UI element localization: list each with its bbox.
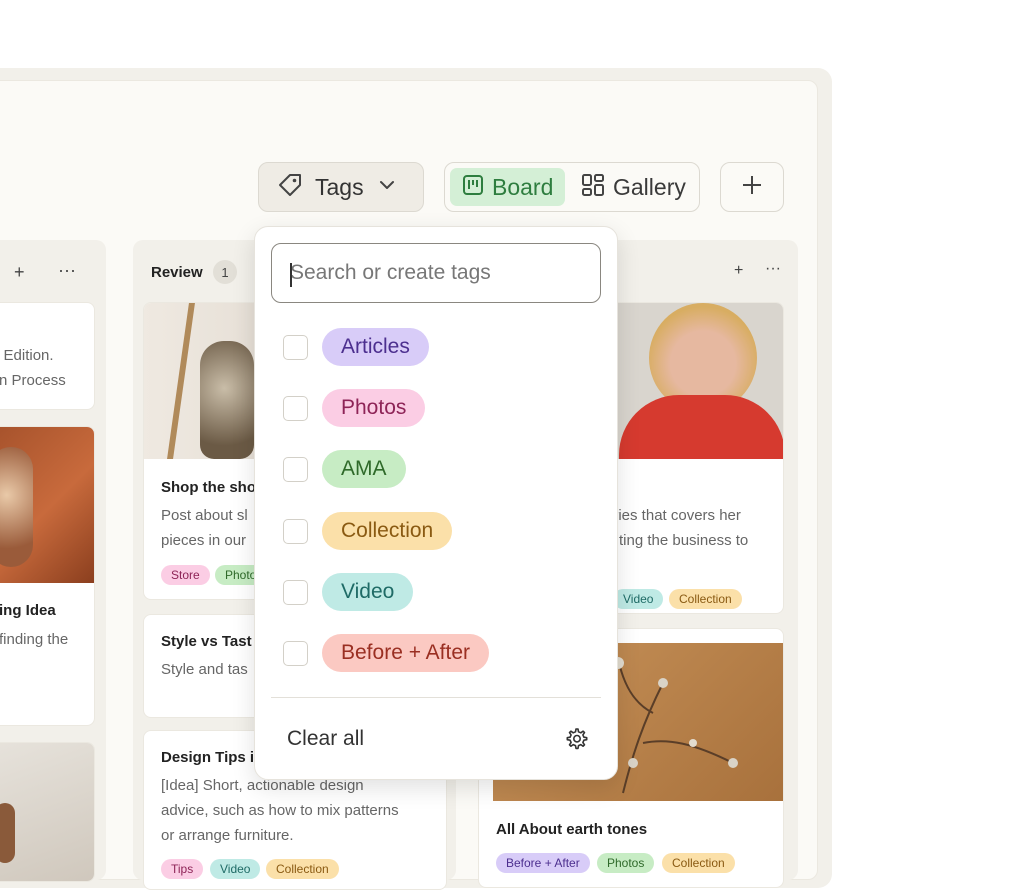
tag-icon <box>277 172 303 203</box>
tag-checkbox[interactable] <box>283 334 308 360</box>
tag-pill-video: Video <box>322 573 414 611</box>
tag-search-input[interactable] <box>271 243 601 303</box>
plus-icon[interactable]: + <box>14 262 25 283</box>
tag-pill-tips: Tips <box>161 859 204 879</box>
tag-pill-photos: Photos <box>597 853 655 873</box>
card-text: Post about sl <box>161 507 248 524</box>
gallery-view-label: Gallery <box>613 173 686 200</box>
tag-pill-ama: AMA <box>322 450 406 488</box>
tag-checkbox[interactable] <box>283 395 308 421</box>
card-text: or arrange furniture. <box>161 827 294 844</box>
gallery-view-button[interactable]: Gallery <box>565 168 686 206</box>
board-view-button[interactable]: Board <box>450 168 565 206</box>
tag-pill-collection: Collection <box>322 512 453 550</box>
card-text: pieces in our <box>161 532 247 549</box>
column-count-badge: 1 <box>213 260 237 284</box>
tag-option-photos[interactable]: Photos <box>283 388 426 428</box>
card-text: n Process <box>0 372 66 389</box>
board-card[interactable]: g Edition. n Process <box>0 302 95 410</box>
dropdown-divider <box>271 697 601 698</box>
card-text: advice, such as how to mix patterns <box>161 802 399 819</box>
tag-option-ama[interactable]: AMA <box>283 449 406 489</box>
view-switcher: Board Gallery <box>444 162 700 212</box>
card-text: Style and tas <box>161 661 248 678</box>
add-button[interactable] <box>720 162 784 212</box>
tags-dropdown: Articles Photos AMA Collection Video Bef… <box>254 226 618 780</box>
tag-pill-before-after: Before + After <box>496 853 590 873</box>
clear-all-button[interactable]: Clear all <box>287 727 364 751</box>
more-icon[interactable]: ··· <box>765 260 781 278</box>
tag-pill-store: Store <box>161 565 210 585</box>
tag-option-video[interactable]: Video <box>283 572 414 612</box>
card-title: Design Tips i <box>161 749 255 766</box>
board-column-left: + ··· g Edition. n Process ing Idea find… <box>0 240 106 882</box>
card-title: All About earth tones <box>496 821 648 838</box>
text-cursor <box>290 263 292 287</box>
card-title: ing Idea <box>0 602 56 619</box>
tag-pill-photos: Photos <box>322 389 426 427</box>
tag-pill-collection: Collection <box>669 589 742 609</box>
tag-checkbox[interactable] <box>283 456 308 482</box>
plus-icon <box>741 174 763 201</box>
tag-checkbox[interactable] <box>283 518 308 544</box>
gear-icon[interactable] <box>565 727 589 756</box>
card-text: ting the business to <box>619 532 749 549</box>
board-icon <box>462 174 484 201</box>
tag-checkbox[interactable] <box>283 640 308 666</box>
tag-checkbox[interactable] <box>283 579 308 605</box>
card-text: g Edition. <box>0 347 54 364</box>
tag-option-articles[interactable]: Articles <box>283 327 429 367</box>
tags-filter-button[interactable]: Tags <box>258 162 424 212</box>
tag-pill-before-after: Before + After <box>322 634 489 672</box>
card-title: Shop the sho <box>161 479 256 496</box>
tags-button-label: Tags <box>315 173 364 200</box>
card-text: eries that covers her <box>605 507 741 524</box>
gallery-icon <box>581 173 605 202</box>
column-title: Review <box>151 264 203 281</box>
board-card[interactable] <box>0 742 95 882</box>
board-card[interactable]: ing Idea finding the <box>0 426 95 726</box>
tag-pill-articles: Articles <box>322 328 429 366</box>
tag-option-before-after[interactable]: Before + After <box>283 633 489 673</box>
tag-pill-video: Video <box>613 589 664 609</box>
more-icon[interactable]: ··· <box>58 260 76 281</box>
tag-option-collection[interactable]: Collection <box>283 511 453 551</box>
plus-icon[interactable]: + <box>734 262 743 280</box>
chevron-down-icon <box>378 176 396 199</box>
card-image <box>0 427 94 583</box>
board-view-label: Board <box>492 173 554 200</box>
tag-pill-collection: Collection <box>662 853 735 873</box>
card-title: Style vs Tast <box>161 633 252 650</box>
tag-pill-collection: Collection <box>266 859 339 879</box>
tag-pill-video: Video <box>210 859 261 879</box>
card-text: finding the <box>0 631 69 648</box>
card-image <box>0 743 94 881</box>
